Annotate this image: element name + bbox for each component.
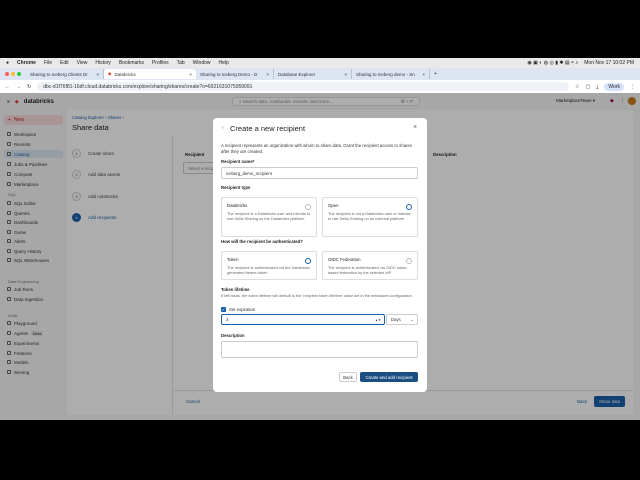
option-desc: The recipient is authenticated via OIDC … <box>328 264 408 275</box>
close-tab-icon[interactable]: × <box>422 72 425 77</box>
chevron-down-icon: ⌄ <box>410 316 414 322</box>
type-option-open[interactable]: Open The recipient is not a Databricks us… <box>322 197 418 237</box>
download-icon[interactable]: ⤓ <box>596 84 598 90</box>
menu-file[interactable]: File <box>44 60 52 66</box>
extensions-icon[interactable]: ▢ <box>585 84 590 90</box>
unit-value: Days <box>391 317 401 322</box>
address-bar: ← → ↻ dbc-d1f76f81-16df.cloud.databricks.c… <box>0 80 640 93</box>
expiration-value: 3 <box>226 317 229 322</box>
expiration-unit-select[interactable]: Days ⌄ <box>386 314 418 325</box>
auth-option-oidc[interactable]: OIDC Federation The recipient is authenti… <box>322 251 418 280</box>
description-textarea[interactable] <box>221 341 418 358</box>
close-tab-icon[interactable]: × <box>266 72 269 77</box>
option-title: Databricks <box>227 203 248 208</box>
checkbox-checked-icon[interactable]: ✓ <box>221 307 226 312</box>
url-input[interactable]: dbc-d1f76f81-16df.cloud.databricks.com/e… <box>37 82 569 91</box>
tab-label: Database Explorer <box>278 71 316 77</box>
new-tab-icon[interactable]: + <box>434 71 437 77</box>
set-expiration-label: Set expiration <box>229 307 256 312</box>
stepper-icon[interactable]: ▲▼ <box>375 318 381 322</box>
modal-title: Create a new recipient <box>230 124 306 133</box>
description-label: Description <box>221 333 245 338</box>
status-icons: ◉ ▣ ◐ ◍ ◎ ▮ ✱ ▤ ◓ ⌕ <box>527 60 579 66</box>
menu-bookmarks[interactable]: Bookmarks <box>119 60 144 66</box>
star-icon[interactable]: ☆ <box>575 84 579 90</box>
modal-back-button[interactable]: Back <box>339 372 357 382</box>
option-desc: The recipient is not a Databricks user o… <box>328 210 411 221</box>
menu-icon[interactable]: ⋮ <box>630 84 635 90</box>
create-recipient-button[interactable]: Create and add recipient <box>360 372 418 382</box>
close-icon[interactable]: × <box>413 124 417 131</box>
forward-icon[interactable]: → <box>16 84 21 90</box>
apple-icon[interactable]: ● <box>6 60 9 66</box>
radio-selected[interactable] <box>406 204 412 210</box>
recipient-type-label: Recipient type <box>221 185 251 190</box>
tab-active[interactable]: ◆ Databricks × <box>104 69 196 79</box>
back-icon[interactable]: ← <box>5 84 10 90</box>
tab-bar: Sharing to Iceberg Clients Dr × ◆ Databric… <box>0 68 640 80</box>
tab[interactable]: Sharing to Iceberg Demo - D × <box>196 69 274 79</box>
menu-view[interactable]: View <box>77 60 88 66</box>
recipient-name-label: Recipient name* <box>221 159 255 164</box>
tab[interactable]: Database Explorer × <box>274 69 352 79</box>
option-title: Open <box>328 203 339 208</box>
profile-button[interactable]: Work <box>604 82 624 91</box>
menu-tab[interactable]: Tab <box>177 60 185 66</box>
menu-history[interactable]: History <box>95 60 111 66</box>
databricks-icon: ◆ <box>108 71 112 76</box>
menu-help[interactable]: Help <box>219 60 229 66</box>
menu-window[interactable]: Window <box>193 60 211 66</box>
tab-label: Sharing to Iceberg Clients Dr <box>30 71 88 77</box>
clock: Mon Nov 17 10:02 PM <box>584 60 634 66</box>
radio-unselected[interactable] <box>305 204 311 210</box>
token-lifetime-help: If left blank, the token lifetime will d… <box>221 293 413 298</box>
option-title: OIDC Federation <box>328 257 361 262</box>
option-desc: The recipient is a Databricks user and i… <box>227 210 311 221</box>
auth-label: How will the recipient be authenticated? <box>221 239 303 244</box>
tab[interactable]: Sharing to Iceberg Clients Dr × <box>26 69 104 79</box>
tab-label: Sharing to Iceberg Demo - D <box>200 71 258 77</box>
expiration-number-input[interactable]: 3 ▲▼ <box>221 314 385 325</box>
tab[interactable]: Sharing to Iceberg demo - Sn × <box>352 69 430 79</box>
menu-app[interactable]: Chrome <box>17 60 36 66</box>
menu-edit[interactable]: Edit <box>60 60 69 66</box>
back-chevron-icon[interactable]: ‹ <box>222 125 224 131</box>
type-option-databricks[interactable]: Databricks The recipient is a Databricks … <box>221 197 317 237</box>
auth-option-token[interactable]: Token The recipient is authenticated via … <box>221 251 317 280</box>
radio-unselected[interactable] <box>406 258 412 264</box>
token-lifetime-label: Token lifetime <box>221 287 250 292</box>
create-recipient-modal: ‹ Create a new recipient × A recipient r… <box>213 118 427 392</box>
close-tab-icon[interactable]: × <box>189 72 192 77</box>
close-tab-icon[interactable]: × <box>96 72 99 77</box>
tab-label: Databricks <box>114 71 136 77</box>
option-title: Token <box>227 257 239 262</box>
modal-intro: A recipient represents an organization w… <box>221 143 413 155</box>
recipient-name-input[interactable]: iceberg_demo_recipient <box>221 167 418 179</box>
reload-icon[interactable]: ↻ <box>27 84 31 90</box>
tab-label: Sharing to Iceberg demo - Sn <box>356 71 415 77</box>
close-tab-icon[interactable]: × <box>344 72 347 77</box>
menu-profiles[interactable]: Profiles <box>152 60 169 66</box>
mac-menu-bar: ● Chrome File Edit View History Bookmark… <box>0 58 640 68</box>
option-desc: The recipient is authenticated via the D… <box>227 264 310 275</box>
radio-selected[interactable] <box>305 258 311 264</box>
set-expiration[interactable]: ✓ Set expiration <box>221 307 255 312</box>
